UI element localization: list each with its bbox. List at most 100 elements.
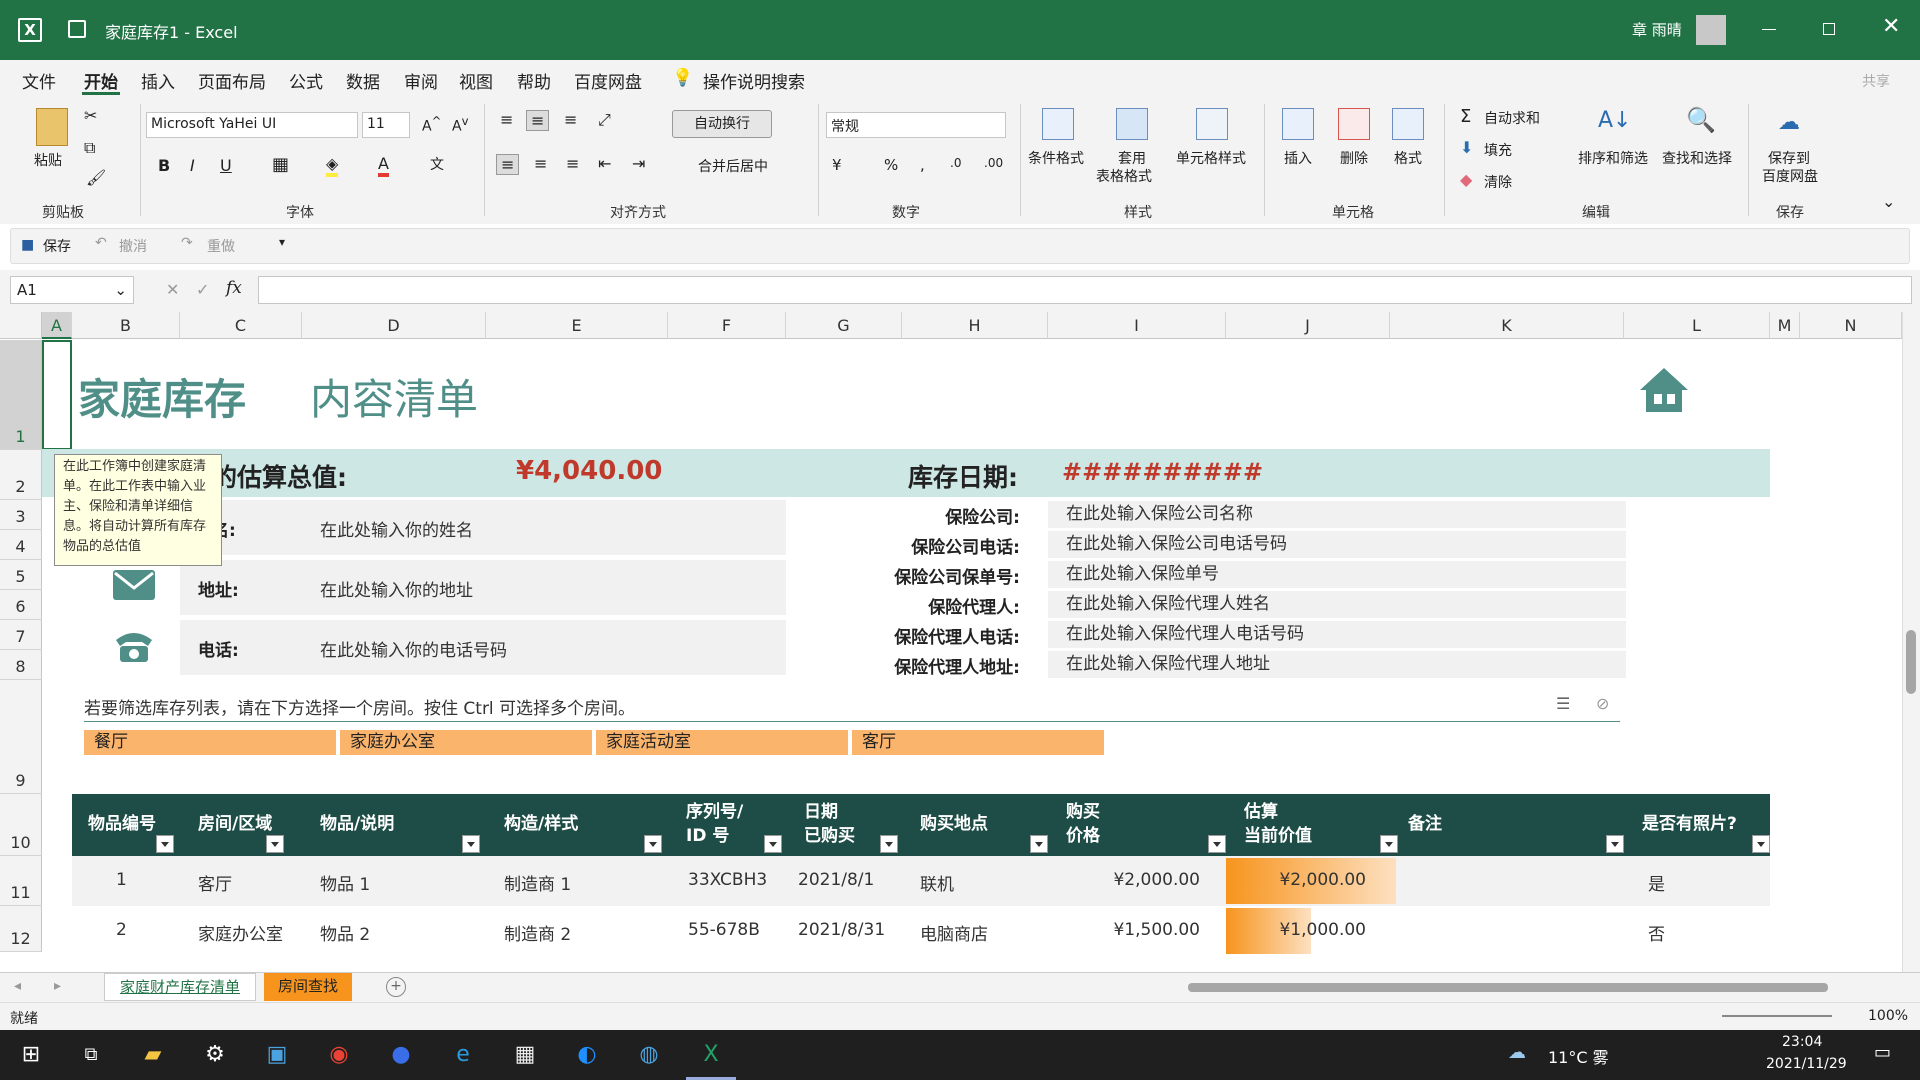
table-header-7[interactable]: 购买 价格 [1066, 800, 1100, 848]
phonetic-icon[interactable]: 文 [430, 154, 444, 174]
cell-item[interactable]: 物品 2 [320, 920, 370, 945]
filter-dropdown-9[interactable] [1606, 835, 1624, 853]
owner-phone-value[interactable]: 在此处输入你的电话号码 [320, 636, 507, 661]
row-header-7[interactable]: 7 [0, 620, 42, 650]
menu-data[interactable]: 数据 [346, 68, 380, 93]
qat-save-button[interactable]: 保存 [43, 236, 71, 256]
insert-cells-button[interactable]: 插入 [1284, 148, 1312, 168]
app-q-icon[interactable]: ◍ [624, 1030, 674, 1080]
slicer-button-2[interactable]: 家庭活动室 [596, 730, 848, 755]
horizontal-scroll-thumb[interactable] [1188, 983, 1828, 992]
fill-icon[interactable]: ⬇ [1460, 138, 1473, 157]
owner-address-box[interactable] [180, 560, 786, 615]
insurance-input-3[interactable]: 在此处输入保险代理人姓名 [1048, 591, 1626, 618]
zoom-slider[interactable] [1722, 1015, 1832, 1017]
decrease-decimal-icon[interactable]: .00 [984, 156, 1003, 170]
cell-no[interactable]: 1 [116, 870, 127, 890]
clock-date[interactable]: 2021/11/29 [1766, 1056, 1847, 1072]
qat-customize-icon[interactable]: ▾ [279, 235, 285, 249]
start-icon[interactable]: ⊞ [6, 1030, 56, 1080]
store-icon[interactable]: ▦ [500, 1030, 550, 1080]
row-header-2[interactable]: 2 [0, 450, 42, 500]
user-name[interactable]: 章 雨晴 [1632, 19, 1682, 40]
row-header-12[interactable]: 12 [0, 906, 42, 952]
currency-icon[interactable]: ¥ [832, 156, 842, 174]
ie-icon[interactable]: e [438, 1030, 488, 1080]
filter-dropdown-1[interactable] [266, 835, 284, 853]
fill-button[interactable]: 填充 [1484, 140, 1512, 160]
underline-button[interactable]: U [220, 156, 232, 175]
cell-a1-selection[interactable] [42, 340, 72, 450]
column-header-e[interactable]: E [486, 312, 668, 339]
vertical-scroll-thumb[interactable] [1906, 630, 1916, 694]
restore-icon[interactable] [1823, 23, 1835, 35]
table-header-3[interactable]: 构造/样式 [504, 812, 578, 836]
cell-room[interactable]: 家庭办公室 [198, 920, 283, 945]
insurance-input-1[interactable]: 在此处输入保险公司电话号码 [1048, 531, 1626, 558]
excel-taskbar-icon[interactable]: X [686, 1030, 736, 1080]
sort-filter-button[interactable]: 排序和筛选 [1578, 148, 1648, 168]
add-sheet-icon[interactable]: + [386, 977, 406, 997]
align-top-icon[interactable]: ≡ [500, 110, 513, 129]
file-explorer-icon[interactable]: ▰ [128, 1030, 178, 1080]
cell-styles-icon[interactable] [1196, 108, 1228, 140]
column-header-c[interactable]: C [180, 312, 302, 339]
owner-address-value[interactable]: 在此处输入你的地址 [320, 576, 473, 601]
menu-insert[interactable]: 插入 [141, 68, 175, 93]
cell-date[interactable]: 2021/8/1 [798, 870, 874, 890]
sort-filter-icon[interactable]: A↓ [1598, 108, 1631, 133]
total-label[interactable]: 的估算总值: [212, 458, 347, 494]
menu-page-layout[interactable]: 页面布局 [198, 68, 266, 93]
task-view-icon[interactable]: ⧉ [66, 1030, 116, 1080]
row-header-5[interactable]: 5 [0, 560, 42, 590]
filter-dropdown-7[interactable] [1208, 835, 1226, 853]
worksheet[interactable]: ABCDEFGHIJKLMN 1 2 3 4 5 6 7 8 9 10 11 12 家庭库存 内容清单… [0, 312, 1920, 972]
orientation-icon[interactable]: ⤢ [598, 110, 611, 130]
font-color-icon[interactable]: A [378, 154, 389, 177]
row-header-9[interactable]: 9 [0, 680, 42, 794]
column-header-m[interactable]: M [1770, 312, 1800, 339]
column-header-f[interactable]: F [668, 312, 786, 339]
table-header-0[interactable]: 物品编号 [88, 812, 156, 836]
clock-time[interactable]: 23:04 [1782, 1034, 1822, 1050]
owner-name-value[interactable]: 在此处输入你的姓名 [320, 516, 473, 541]
cell-no[interactable]: 2 [116, 920, 127, 940]
align-right-icon[interactable]: ≡ [566, 154, 579, 173]
insurance-input-4[interactable]: 在此处输入保险代理人电话号码 [1048, 621, 1626, 648]
clear-filter-icon[interactable]: ⊘ [1596, 694, 1609, 713]
conditional-format-button[interactable]: 条件格式 [1028, 148, 1084, 168]
app-l-icon[interactable]: ● [376, 1030, 426, 1080]
comma-icon[interactable]: , [920, 156, 925, 174]
filter-dropdown-4[interactable] [764, 835, 782, 853]
table-header-6[interactable]: 购买地点 [920, 812, 988, 836]
chrome-icon[interactable]: ◉ [314, 1030, 364, 1080]
row-header-10[interactable]: 10 [0, 794, 42, 856]
insert-cells-icon[interactable] [1282, 108, 1314, 140]
date-value[interactable]: ########## [1062, 458, 1263, 486]
format-painter-icon[interactable]: 🖌 [86, 168, 106, 187]
indent-icon[interactable]: ⇥ [632, 154, 645, 173]
menu-file[interactable]: 文件 [22, 68, 56, 93]
filter-dropdown-5[interactable] [880, 835, 898, 853]
table-header-10[interactable]: 是否有照片? [1642, 812, 1737, 836]
cell-date[interactable]: 2021/8/31 [798, 920, 885, 940]
tab-scroll-left-icon[interactable]: ◂ [14, 978, 21, 994]
cell-serial[interactable]: 55-678B [688, 920, 760, 940]
table-header-8[interactable]: 估算 当前价值 [1244, 800, 1312, 848]
filter-dropdown-8[interactable] [1380, 835, 1398, 853]
column-header-d[interactable]: D [302, 312, 486, 339]
zoom-level[interactable]: 100% [1868, 1008, 1908, 1024]
cell-photo[interactable]: 否 [1648, 920, 1665, 945]
column-header-n[interactable]: N [1800, 312, 1902, 339]
font-size-select[interactable]: 11 [362, 112, 410, 138]
minimize-icon[interactable] [1762, 29, 1776, 30]
row-header-11[interactable]: 11 [0, 856, 42, 906]
cancel-icon[interactable]: ✕ [166, 280, 179, 299]
select-all-corner[interactable] [0, 312, 42, 339]
cell-photo[interactable]: 是 [1648, 870, 1665, 895]
column-header-b[interactable]: B [72, 312, 180, 339]
name-box[interactable]: A1 ⌄ [10, 276, 134, 304]
column-header-g[interactable]: G [786, 312, 902, 339]
collapse-ribbon-icon[interactable]: ⌄ [1882, 192, 1895, 211]
save-icon[interactable] [68, 20, 86, 38]
